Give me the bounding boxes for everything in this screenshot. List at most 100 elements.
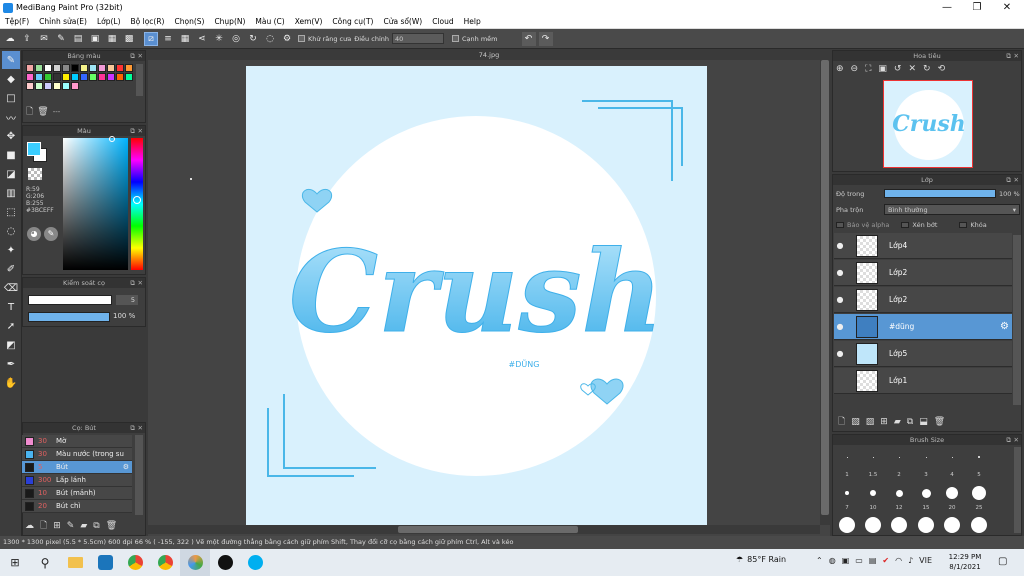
crop-icon[interactable]: ▣ bbox=[88, 32, 102, 46]
reset-view-icon[interactable]: ✕ bbox=[908, 64, 916, 74]
palette-swatch[interactable] bbox=[89, 64, 97, 72]
hue-cursor[interactable] bbox=[133, 196, 141, 204]
layer-row-layer5[interactable]: ● Lớp5 bbox=[834, 341, 1012, 367]
curve-snap-icon[interactable]: ↻ bbox=[246, 32, 260, 46]
primary-color-swatch[interactable] bbox=[27, 142, 41, 156]
new-layer-icon[interactable]: 🗋 bbox=[838, 414, 845, 430]
palette-swatch[interactable] bbox=[53, 64, 61, 72]
select-pen-tool-icon[interactable]: ✐ bbox=[2, 260, 20, 278]
brush-list-close-icon[interactable]: ✕ bbox=[138, 423, 143, 433]
snap-off-icon[interactable]: ⧄ bbox=[144, 31, 158, 46]
layer-row-layer1[interactable]: Lớp1 bbox=[834, 368, 1012, 394]
brush-size-dot[interactable] bbox=[845, 491, 849, 495]
horizontal-scroll-thumb[interactable] bbox=[398, 526, 578, 533]
palette-swatch[interactable] bbox=[125, 73, 133, 81]
palette-swatch[interactable] bbox=[71, 73, 79, 81]
menu-window[interactable]: Cửa sổ(W) bbox=[378, 17, 427, 26]
navigator-preview[interactable]: Crush bbox=[883, 80, 973, 168]
menu-help[interactable]: Help bbox=[459, 17, 486, 26]
medibang-taskbar-icon[interactable] bbox=[180, 549, 210, 576]
brush-item-blur[interactable]: 30 Mờ bbox=[22, 435, 132, 448]
operation-tool-icon[interactable]: ➚ bbox=[2, 317, 20, 335]
vanish-snap-icon[interactable]: ⋖ bbox=[195, 32, 209, 46]
palette-swatch[interactable] bbox=[98, 64, 106, 72]
vertical-scrollbar[interactable] bbox=[820, 60, 830, 525]
clipping-checkbox[interactable] bbox=[901, 222, 910, 228]
new-palette-icon[interactable]: 🗋 bbox=[26, 104, 33, 120]
palette-swatch[interactable] bbox=[80, 64, 88, 72]
eyedropper-tool-icon[interactable]: ✒ bbox=[2, 355, 20, 373]
saturation-value-picker[interactable] bbox=[63, 138, 128, 270]
eraser-tool-icon[interactable]: ◆ bbox=[2, 70, 20, 88]
fill-rect-tool-icon[interactable]: ■ bbox=[2, 146, 20, 164]
layer-row-layer2b[interactable]: ● Lớp2 bbox=[834, 287, 1012, 313]
export-icon[interactable]: ⇪ bbox=[20, 32, 34, 46]
tile-icon[interactable]: ▦ bbox=[105, 32, 119, 46]
palette-swatch[interactable] bbox=[35, 64, 43, 72]
adjust-input[interactable]: 40 bbox=[392, 33, 444, 44]
palette-swatch[interactable] bbox=[125, 64, 133, 72]
tray-battery-icon[interactable]: ▭ bbox=[855, 556, 863, 565]
palette-swatch[interactable] bbox=[53, 82, 61, 90]
brush-edit-icon[interactable]: ✎ bbox=[67, 521, 75, 531]
palette-swatch[interactable] bbox=[98, 73, 106, 81]
brush-size-scrollbar[interactable] bbox=[1014, 447, 1021, 533]
clock[interactable]: 12:29 PM 8/1/2021 bbox=[945, 552, 985, 572]
brush-size-dot[interactable] bbox=[846, 456, 848, 458]
cross-snap-icon[interactable]: ▦ bbox=[178, 32, 192, 46]
brush-size-close-icon[interactable]: ✕ bbox=[1014, 435, 1019, 445]
menu-snap[interactable]: Chụp(N) bbox=[209, 17, 250, 26]
palette-close-icon[interactable]: ✕ bbox=[138, 51, 143, 61]
blend-mode-select[interactable]: Bình thường ▾ bbox=[884, 204, 1020, 215]
color-wheel-icon[interactable]: ◕ bbox=[27, 227, 41, 241]
tray-wifi-icon[interactable]: ◠ bbox=[895, 556, 902, 565]
brush-size-dot[interactable] bbox=[872, 456, 874, 458]
brush-new-icon[interactable]: 🗋 bbox=[40, 518, 47, 534]
palette-swatch[interactable] bbox=[44, 64, 52, 72]
duplicate-layer-icon[interactable]: ⧉ bbox=[907, 417, 913, 427]
brush-control-popout-icon[interactable]: ⧉ bbox=[130, 278, 135, 288]
file-explorer-icon[interactable] bbox=[60, 549, 90, 576]
brush-size-dot[interactable] bbox=[972, 486, 986, 500]
horizontal-scrollbar[interactable] bbox=[148, 525, 820, 534]
brush-size-slider[interactable] bbox=[28, 295, 112, 305]
layer-row-layer2a[interactable]: ● Lớp2 bbox=[834, 260, 1012, 286]
parallel-snap-icon[interactable]: ≡ bbox=[161, 32, 175, 46]
layer-scrollbar[interactable] bbox=[1013, 235, 1021, 405]
menu-select[interactable]: Chọn(S) bbox=[169, 17, 209, 26]
zoom-in-icon[interactable]: ⊕ bbox=[836, 64, 844, 74]
palette-swatch[interactable] bbox=[71, 82, 79, 90]
brush-size-dot[interactable] bbox=[925, 456, 927, 458]
vertical-scroll-thumb[interactable] bbox=[821, 60, 829, 515]
palette-swatch[interactable] bbox=[26, 73, 34, 81]
language-indicator[interactable]: VIE bbox=[919, 556, 932, 565]
brush-list-scrollbar[interactable] bbox=[135, 435, 143, 515]
palette-swatch[interactable] bbox=[26, 82, 34, 90]
palette-swatch[interactable] bbox=[62, 73, 70, 81]
protect-alpha-checkbox[interactable] bbox=[836, 222, 844, 228]
antialias-checkbox[interactable] bbox=[298, 35, 305, 42]
brush-size-dot[interactable] bbox=[898, 456, 900, 458]
brush-size-dot[interactable] bbox=[895, 489, 903, 497]
brush-item-watercolor[interactable]: 30 Màu nước (trong su bbox=[22, 448, 132, 461]
brush-settings-icon[interactable]: ⚙ bbox=[123, 463, 129, 471]
comment-icon[interactable]: ✉ bbox=[37, 32, 51, 46]
sv-cursor[interactable] bbox=[109, 136, 115, 142]
menu-layer[interactable]: Lớp(L) bbox=[92, 17, 126, 26]
lasso-tool-icon[interactable]: ◌ bbox=[2, 222, 20, 240]
maximize-button[interactable]: ❐ bbox=[962, 0, 992, 15]
brush-size-dot[interactable] bbox=[971, 517, 987, 533]
document-tab[interactable]: 74.jpg bbox=[148, 50, 830, 60]
flip-icon[interactable]: ⟲ bbox=[938, 64, 946, 74]
lock-checkbox[interactable] bbox=[959, 222, 968, 228]
gradient-tool-icon[interactable]: ▥ bbox=[2, 184, 20, 202]
merge-layer-icon[interactable]: ⬓ bbox=[919, 417, 928, 427]
rotate-left-icon[interactable]: ↺ bbox=[894, 64, 902, 74]
palette-swatch[interactable] bbox=[44, 82, 52, 90]
palette-swatch[interactable] bbox=[116, 64, 124, 72]
menu-cloud[interactable]: Cloud bbox=[427, 17, 458, 26]
tray-device-icon[interactable]: ▤ bbox=[869, 556, 877, 565]
menu-color[interactable]: Màu (C) bbox=[250, 17, 289, 26]
layer-opacity-slider[interactable] bbox=[884, 189, 996, 198]
tray-volume-icon[interactable]: ♪ bbox=[908, 556, 913, 565]
